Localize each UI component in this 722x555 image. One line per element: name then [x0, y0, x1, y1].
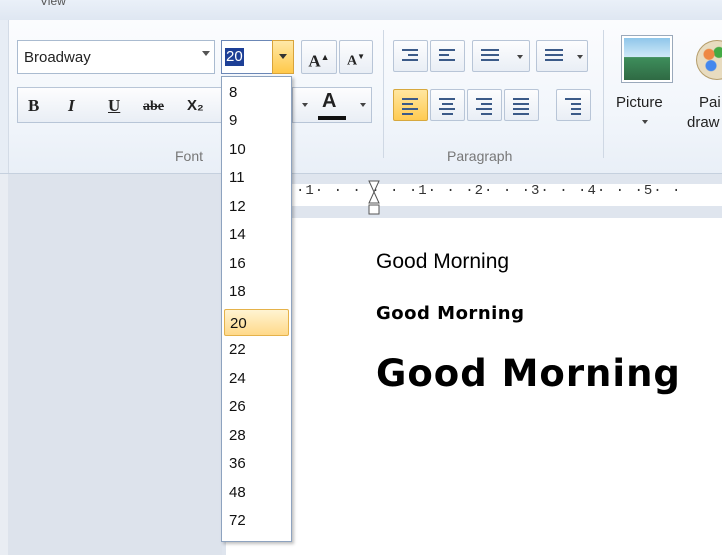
underline-button[interactable]: U: [108, 96, 120, 116]
align-right-button[interactable]: [467, 89, 502, 121]
align-center-button[interactable]: [430, 89, 465, 121]
picture-button-label[interactable]: Picture: [616, 94, 663, 111]
font-size-option[interactable]: 28: [224, 422, 289, 449]
indent-marker-icon[interactable]: [368, 180, 380, 216]
font-group-label: Font: [175, 148, 204, 164]
chevron-down-icon: [517, 55, 523, 59]
document-text-line[interactable]: Good Morning: [376, 250, 509, 274]
bullets-button[interactable]: [472, 40, 530, 72]
chevron-down-icon[interactable]: [360, 103, 366, 107]
font-size-dropdown-list: 8 9 10 11 12 14 16 18 20 22 24 26 28 36 …: [221, 76, 292, 542]
font-size-option[interactable]: 12: [224, 193, 289, 220]
font-size-option[interactable]: 16: [224, 250, 289, 277]
font-size-option[interactable]: 48: [224, 479, 289, 506]
paragraph-settings-button[interactable]: [556, 89, 591, 121]
decrease-indent-icon: [402, 49, 418, 64]
font-size-option[interactable]: 11: [224, 164, 289, 191]
font-color-label: A: [322, 90, 337, 112]
line-spacing-button[interactable]: [536, 40, 588, 72]
tab-view[interactable]: View: [40, 0, 150, 14]
font-size-option-selected[interactable]: 20: [224, 309, 289, 336]
font-size-option[interactable]: 14: [224, 221, 289, 248]
font-size-option[interactable]: 8: [224, 79, 289, 106]
font-color-swatch: [318, 116, 346, 120]
chevron-down-icon: [279, 54, 287, 59]
font-name-value: Broadway: [24, 49, 91, 66]
bullet-list-icon: [481, 49, 499, 64]
font-size-option[interactable]: 9: [224, 107, 289, 134]
font-size-option[interactable]: 72: [224, 507, 289, 534]
paint-drawing-label-line2[interactable]: draw: [687, 114, 720, 131]
bold-button[interactable]: B: [28, 96, 39, 116]
shrink-font-button[interactable]: A▼: [339, 40, 373, 74]
group-separator: [383, 30, 384, 158]
font-size-dropdown-button[interactable]: [272, 40, 294, 74]
font-size-input[interactable]: 20: [221, 40, 273, 74]
chevron-down-icon[interactable]: [202, 51, 210, 56]
font-size-option[interactable]: 10: [224, 136, 289, 163]
document-text-line[interactable]: Good Morning: [376, 303, 525, 324]
ribbon-tab-strip: View: [0, 0, 722, 21]
font-size-value: 20: [225, 48, 244, 66]
justify-icon: [513, 98, 529, 118]
paragraph-group-label: Paragraph: [447, 148, 513, 164]
ribbon-left-edge: [0, 20, 9, 173]
font-size-option[interactable]: 18: [224, 278, 289, 305]
align-left-icon: [402, 98, 418, 118]
line-spacing-icon: [545, 49, 563, 64]
chevron-down-icon[interactable]: [642, 120, 648, 124]
document-text-line[interactable]: Good Morning: [376, 352, 681, 395]
font-size-option[interactable]: 36: [224, 450, 289, 477]
picture-icon[interactable]: [622, 36, 672, 82]
align-center-icon: [439, 98, 455, 118]
font-name-combobox[interactable]: Broadway: [17, 40, 215, 74]
group-separator: [603, 30, 604, 158]
increase-indent-button[interactable]: [430, 40, 465, 72]
font-size-option[interactable]: 22: [224, 336, 289, 363]
increase-indent-icon: [439, 49, 455, 64]
subscript-button[interactable]: X₂: [187, 97, 204, 114]
justify-button[interactable]: [504, 89, 539, 121]
strikethrough-button[interactable]: abe: [143, 99, 164, 115]
workspace-margin: [0, 174, 222, 555]
grow-font-button[interactable]: A▲: [301, 40, 337, 74]
ruler-ticks: ·1· · · · · ·1· · ·2· · ·3· · ·4· · ·5· …: [296, 183, 682, 199]
paragraph-icon: [565, 98, 581, 118]
decrease-indent-button[interactable]: [393, 40, 428, 72]
align-right-icon: [476, 98, 492, 118]
paint-drawing-label[interactable]: Pai: [699, 94, 721, 111]
shrink-font-label: A: [346, 53, 358, 69]
font-size-option[interactable]: 24: [224, 365, 289, 392]
grow-font-label: A: [308, 51, 321, 71]
italic-button[interactable]: I: [68, 96, 75, 116]
workspace-edge: [0, 174, 8, 555]
chevron-down-icon: [577, 55, 583, 59]
chevron-down-icon[interactable]: [302, 103, 308, 107]
font-size-option[interactable]: 26: [224, 393, 289, 420]
align-left-button[interactable]: [393, 89, 428, 121]
